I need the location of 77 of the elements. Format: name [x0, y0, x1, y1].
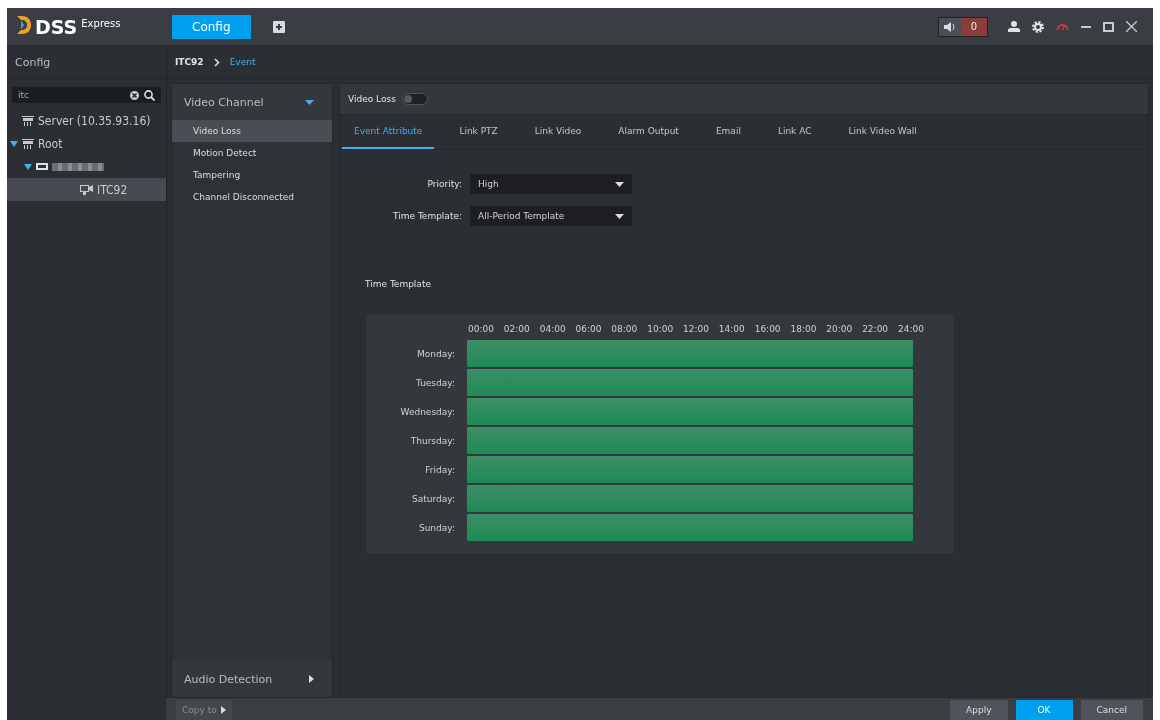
tab[interactable]: Link Video Wall: [836, 115, 929, 149]
dropdown[interactable]: High: [470, 174, 632, 194]
search-field[interactable]: itc: [12, 87, 161, 103]
dropdown[interactable]: All-Period Template: [470, 206, 632, 226]
add-tab-icon[interactable]: [272, 20, 285, 33]
hour-label: 04:00: [538, 324, 567, 334]
caret-icon[interactable]: [24, 163, 32, 170]
caret-icon: [220, 706, 226, 714]
search-input[interactable]: itc: [18, 90, 125, 100]
nav-item[interactable]: Channel Disconnected: [172, 186, 332, 208]
tab[interactable]: Alarm Output: [606, 115, 691, 149]
hour-label: 14:00: [717, 324, 746, 334]
hour-label: 08:00: [610, 324, 639, 334]
sidebar-title: Config: [7, 46, 166, 79]
caret-icon: [615, 181, 624, 187]
toggle-switch[interactable]: [401, 93, 428, 105]
field-label: Priority:: [426, 179, 462, 189]
clear-icon[interactable]: [130, 90, 139, 100]
nav-item[interactable]: Video Loss: [172, 120, 332, 142]
hour-label: 24:00: [896, 324, 925, 334]
day-label: Saturday:: [411, 493, 456, 504]
caret-icon: [309, 675, 314, 683]
tree-item[interactable]: Server (10.35.93.16): [7, 109, 166, 132]
breadcrumb-item[interactable]: ITC92: [175, 57, 204, 67]
caret-icon[interactable]: [10, 140, 18, 147]
close-icon[interactable]: [1126, 21, 1137, 32]
hour-label: 18:00: [789, 324, 818, 334]
search-icon[interactable]: [144, 89, 155, 101]
tab[interactable]: Link Video: [522, 115, 594, 149]
nav-group[interactable]: Audio Detection: [172, 661, 332, 697]
hour-label: 10:00: [646, 324, 675, 334]
nav-item[interactable]: Motion Detect: [172, 142, 332, 164]
footer-button[interactable]: Cancel: [1080, 700, 1143, 720]
speaker-icon: [944, 21, 956, 32]
server-icon: [22, 138, 34, 149]
settings-icon[interactable]: [1032, 20, 1044, 33]
day-label: Tuesday:: [415, 377, 456, 388]
day-label: Wednesday:: [399, 406, 456, 417]
event-title: Video Loss: [348, 94, 396, 104]
nav-item[interactable]: Tampering: [172, 164, 332, 186]
footer-button[interactable]: Apply: [950, 700, 1008, 720]
day-label: Monday:: [416, 348, 456, 359]
hour-label: 12:00: [682, 324, 710, 334]
caret-icon: [305, 99, 314, 105]
nav-group[interactable]: Video Channel: [172, 84, 332, 120]
device-icon: [36, 163, 48, 170]
tab[interactable]: Link AC: [765, 115, 824, 149]
tree-item[interactable]: ITC92: [7, 178, 166, 201]
field-label: Time Template:: [392, 211, 462, 221]
tab[interactable]: Link PTZ: [447, 115, 510, 149]
hour-label: 06:00: [574, 324, 603, 334]
hour-label: 00:00: [467, 324, 495, 334]
logo-suffix: Express: [81, 17, 121, 29]
maximize-icon[interactable]: [1103, 21, 1114, 32]
user-icon[interactable]: [1008, 21, 1020, 32]
day-label: Friday:: [424, 464, 456, 475]
tab[interactable]: Event Attribute: [342, 115, 435, 149]
hour-label: 16:00: [753, 324, 782, 334]
minimize-icon[interactable]: [1081, 25, 1091, 28]
hour-label: 02:00: [502, 324, 531, 334]
alarm-indicator[interactable]: 0: [938, 16, 988, 37]
day-label: Sunday:: [417, 522, 456, 533]
hour-label: 22:00: [861, 324, 890, 334]
tab[interactable]: Email: [703, 115, 753, 149]
server-icon: [22, 115, 34, 126]
blurred-label: [52, 162, 104, 171]
logo-text: DSS: [35, 15, 78, 38]
chevron-icon: [213, 57, 220, 67]
alarm-count: 0: [961, 17, 987, 36]
hour-label: 20:00: [825, 324, 854, 334]
section-title: Time Template: [365, 279, 432, 289]
breadcrumb-item: Event: [229, 57, 256, 67]
logo-icon: [17, 15, 31, 34]
camera-icon: [80, 184, 93, 195]
caret-icon: [615, 213, 624, 219]
tree-item[interactable]: Root: [7, 132, 166, 155]
day-label: Thursday:: [409, 435, 456, 446]
